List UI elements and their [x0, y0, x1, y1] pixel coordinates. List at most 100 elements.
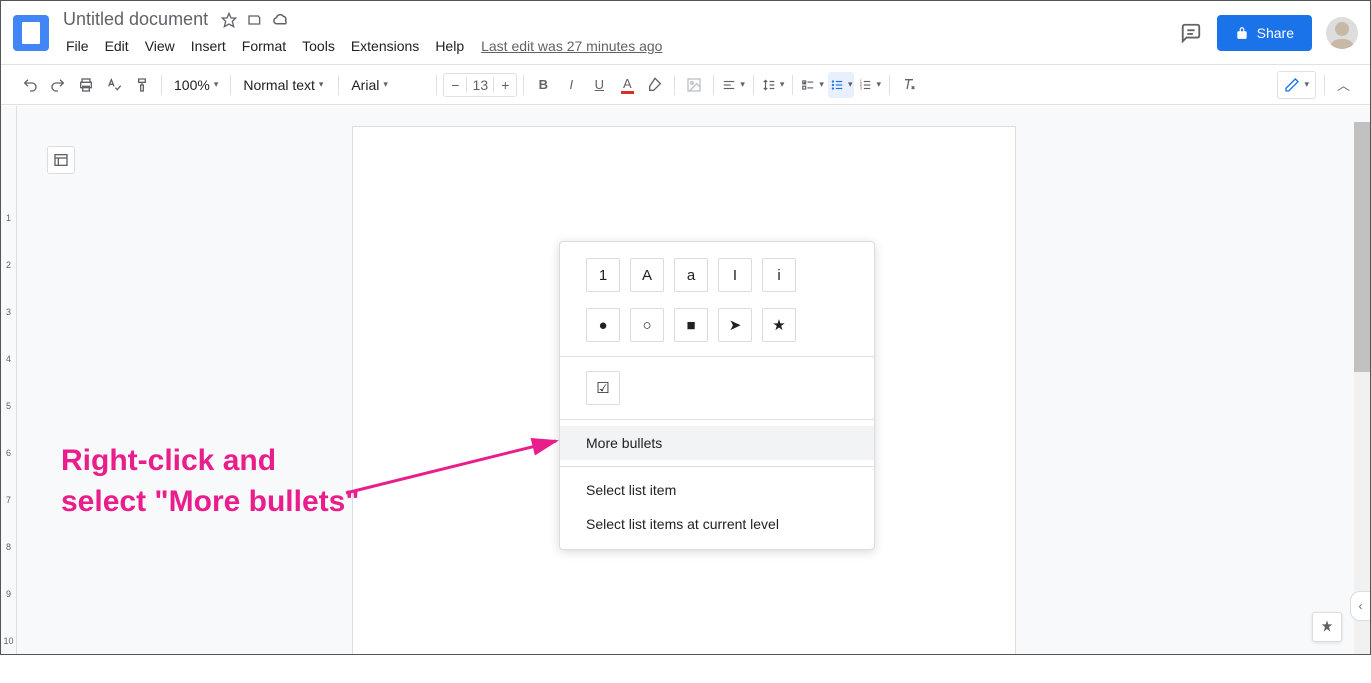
menu-insert[interactable]: Insert	[184, 34, 233, 58]
separator	[230, 75, 231, 95]
separator	[436, 75, 437, 95]
font-size-value[interactable]: 13	[466, 77, 494, 93]
docs-logo-icon[interactable]	[13, 15, 49, 51]
title-row: Untitled document	[59, 7, 1179, 32]
separator	[792, 75, 793, 95]
app-header: Untitled document File Edit View Insert …	[1, 1, 1370, 65]
side-panel-toggle[interactable]: ‹	[1350, 591, 1370, 621]
zoom-select[interactable]: 100%	[168, 72, 224, 98]
numbered-options-row: 1 A a I i	[560, 250, 874, 300]
ruler-tick: 2	[1, 260, 16, 307]
checkbox-row: ☑	[560, 363, 874, 413]
bullet-option-I[interactable]: I	[718, 258, 752, 292]
ruler-tick: 10	[1, 636, 16, 683]
document-title[interactable]: Untitled document	[59, 7, 212, 32]
last-edit-link[interactable]: Last edit was 27 minutes ago	[481, 38, 662, 54]
bullet-option-i[interactable]: i	[762, 258, 796, 292]
annotation-line: select "More bullets"	[61, 482, 360, 523]
pencil-icon	[1284, 77, 1300, 93]
menu-view[interactable]: View	[138, 34, 182, 58]
bullet-option-circle[interactable]: ○	[630, 308, 664, 342]
menu-extensions[interactable]: Extensions	[344, 34, 426, 58]
bold-button[interactable]: B	[530, 72, 556, 98]
bullet-option-disc[interactable]: ●	[586, 308, 620, 342]
paint-format-button[interactable]	[129, 72, 155, 98]
menu-edit[interactable]: Edit	[98, 34, 136, 58]
bullet-option-a[interactable]: a	[674, 258, 708, 292]
toolbar: 100% Normal text Arial − 13 + B I U A 12…	[1, 65, 1370, 105]
bullet-option-star[interactable]: ★	[762, 308, 796, 342]
ruler-tick: 6	[1, 448, 16, 495]
annotation-text: Right-click and select "More bullets"	[61, 441, 360, 522]
separator	[713, 75, 714, 95]
bullet-option-square[interactable]: ■	[674, 308, 708, 342]
bullet-option-arrow[interactable]: ➤	[718, 308, 752, 342]
line-spacing-button[interactable]	[760, 72, 787, 98]
bulleted-list-button[interactable]	[828, 72, 855, 98]
lock-icon	[1235, 26, 1249, 40]
toolbar-right: ︿	[1277, 71, 1354, 99]
checklist-button[interactable]	[799, 72, 826, 98]
bullet-option-A[interactable]: A	[630, 258, 664, 292]
menu-divider	[560, 356, 874, 357]
separator	[523, 75, 524, 95]
vertical-ruler[interactable]: 1 2 3 4 5 6 7 8 9 10	[1, 106, 17, 654]
ruler-tick: 3	[1, 307, 16, 354]
bullet-option-1[interactable]: 1	[586, 258, 620, 292]
separator	[338, 75, 339, 95]
star-icon[interactable]	[220, 11, 238, 29]
clear-formatting-button[interactable]	[896, 72, 922, 98]
menu-file[interactable]: File	[59, 34, 96, 58]
ruler-tick: 5	[1, 401, 16, 448]
ruler-tick: 8	[1, 542, 16, 589]
font-size-control: − 13 +	[443, 73, 517, 97]
ruler-tick: 1	[1, 213, 16, 260]
share-button[interactable]: Share	[1217, 15, 1312, 51]
italic-button[interactable]: I	[558, 72, 584, 98]
menu-select-items-level[interactable]: Select list items at current level	[560, 507, 874, 541]
separator	[889, 75, 890, 95]
menu-divider	[560, 466, 874, 467]
redo-button[interactable]	[45, 72, 71, 98]
ruler-tick	[1, 166, 16, 213]
header-right: Share	[1179, 15, 1358, 51]
font-size-increase[interactable]: +	[494, 77, 516, 93]
undo-button[interactable]	[17, 72, 43, 98]
font-select[interactable]: Arial	[345, 72, 430, 98]
vertical-scrollbar[interactable]	[1354, 122, 1370, 654]
underline-button[interactable]: U	[586, 72, 612, 98]
highlight-button[interactable]	[642, 72, 668, 98]
menu-help[interactable]: Help	[428, 34, 471, 58]
bullet-context-menu: 1 A a I i ● ○ ■ ➤ ★ ☑ More bullets Selec…	[559, 241, 875, 550]
outline-button[interactable]	[47, 146, 75, 174]
text-color-button[interactable]: A	[614, 72, 640, 98]
share-label: Share	[1257, 25, 1294, 41]
title-area: Untitled document File Edit View Insert …	[59, 7, 1179, 58]
editing-mode-button[interactable]	[1277, 71, 1316, 99]
user-avatar[interactable]	[1326, 17, 1358, 49]
explore-button[interactable]	[1312, 612, 1342, 642]
collapse-toolbar-button[interactable]: ︿	[1333, 71, 1354, 98]
separator	[674, 75, 675, 95]
separator	[1324, 75, 1325, 95]
svg-text:3: 3	[860, 85, 863, 90]
print-button[interactable]	[73, 72, 99, 98]
spellcheck-button[interactable]	[101, 72, 127, 98]
menu-tools[interactable]: Tools	[295, 34, 342, 58]
menu-bar: File Edit View Insert Format Tools Exten…	[59, 34, 1179, 58]
style-select[interactable]: Normal text	[237, 72, 332, 98]
bullet-option-checkbox[interactable]: ☑	[586, 371, 620, 405]
font-size-decrease[interactable]: −	[444, 77, 466, 93]
menu-select-list-item[interactable]: Select list item	[560, 473, 874, 507]
align-button[interactable]	[720, 72, 747, 98]
menu-format[interactable]: Format	[235, 34, 293, 58]
move-icon[interactable]	[246, 11, 264, 29]
insert-image-button[interactable]	[681, 72, 707, 98]
cloud-status-icon[interactable]	[272, 11, 290, 29]
menu-more-bullets[interactable]: More bullets	[560, 426, 874, 460]
separator	[161, 75, 162, 95]
comments-icon[interactable]	[1179, 21, 1203, 45]
numbered-list-button[interactable]: 123	[856, 72, 883, 98]
ruler-tick: 7	[1, 495, 16, 542]
scrollbar-thumb[interactable]	[1354, 122, 1370, 372]
